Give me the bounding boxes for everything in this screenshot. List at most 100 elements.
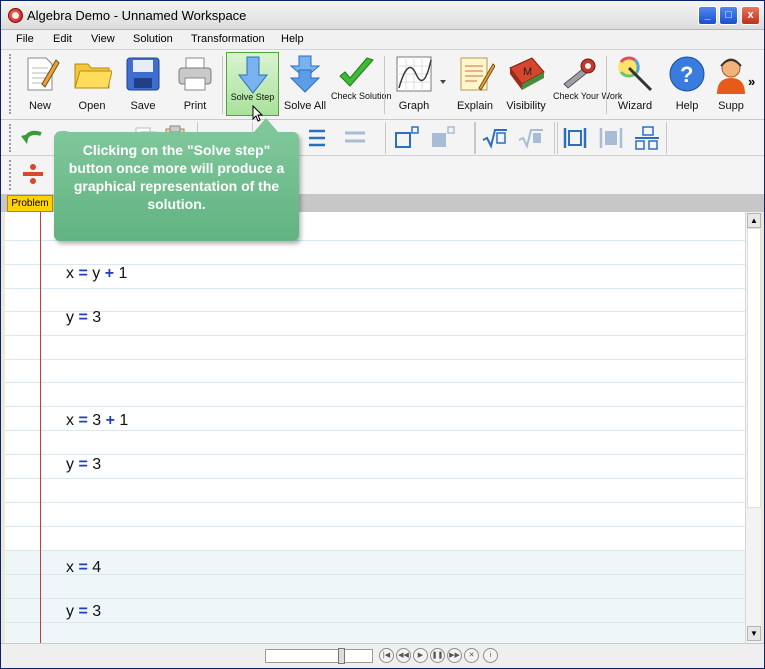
save-label: Save [130, 100, 156, 112]
close-button[interactable]: x [741, 6, 760, 25]
wizard-label: Wizard [617, 100, 653, 112]
notepad-pencil-icon [460, 57, 495, 91]
eq-var: x [66, 559, 74, 576]
superscript-box-gray-icon[interactable] [429, 124, 457, 152]
print-label: Print [183, 100, 207, 112]
eq-var: y [66, 456, 74, 473]
eq-term: 3 [92, 456, 102, 473]
mouse-cursor-icon [252, 105, 264, 122]
ruled-line [5, 454, 745, 455]
down-arrow-icon [237, 56, 268, 94]
app-window: Algebra Demo - Unnamed Workspace _ □ x F… [0, 0, 765, 669]
first-step-icon[interactable]: |◀ [379, 648, 394, 663]
graph-button[interactable]: Graph [388, 52, 440, 116]
app-logo-icon[interactable] [8, 8, 23, 23]
support-button[interactable]: Supp [713, 52, 749, 116]
tooltip-callout: Clicking on the "Solve step" button once… [54, 118, 299, 241]
maximize-button[interactable]: □ [719, 6, 738, 25]
check-your-work-label: Check Your Work [553, 91, 623, 101]
eq-operator: = [78, 265, 88, 282]
solve-all-button[interactable]: Solve All [282, 52, 328, 116]
wizard-button[interactable]: Wizard [610, 52, 660, 116]
info-icon[interactable]: i [483, 648, 498, 663]
fast-forward-icon[interactable]: ▶▶ [447, 648, 462, 663]
eq-var: x [66, 412, 74, 429]
menu-solution[interactable]: Solution [133, 33, 173, 45]
solve-step-label: Solve Step [230, 92, 275, 102]
playback-slider[interactable] [265, 648, 373, 664]
sqrt-icon[interactable] [481, 124, 509, 152]
pause-icon[interactable]: ❚❚ [430, 648, 445, 663]
stop-icon[interactable]: ✕ [464, 648, 479, 663]
eq-operator: + [105, 412, 115, 429]
vertical-scrollbar[interactable]: ▲ ▼ [745, 212, 761, 643]
sqrt-gray-icon[interactable] [517, 124, 545, 152]
graph-label: Graph [398, 100, 430, 112]
equation-y[interactable]: y = 3 [66, 456, 101, 474]
printer-icon [178, 57, 212, 91]
menu-file[interactable]: File [16, 33, 34, 45]
align-block-gray-icon[interactable] [341, 124, 369, 152]
ruled-line [5, 335, 745, 336]
new-button[interactable]: New [17, 52, 63, 116]
equation-x[interactable]: x = 4 [66, 559, 101, 577]
eq-operator: = [78, 309, 88, 326]
graph-dropdown-arrow-icon[interactable] [440, 80, 446, 84]
slider-knob[interactable] [338, 648, 345, 664]
divide-icon[interactable] [19, 160, 47, 188]
open-button[interactable]: Open [67, 52, 117, 116]
eq-operator: + [104, 265, 115, 282]
title-bar[interactable]: Algebra Demo - Unnamed Workspace _ □ x [1, 1, 764, 30]
scroll-down-icon[interactable]: ▼ [747, 626, 761, 641]
toolbar-separator [384, 56, 385, 114]
eq-var: x [66, 265, 74, 282]
check-your-work-button[interactable]: Check Your Work [553, 52, 623, 116]
eq-operator: = [78, 412, 88, 429]
checkmark-icon [339, 57, 374, 87]
align-block-icon[interactable] [303, 124, 331, 152]
ruled-line [5, 406, 745, 407]
help-button[interactable]: ? Help [663, 52, 711, 116]
toolbar-grip[interactable] [9, 160, 13, 190]
rewind-icon[interactable]: ◀◀ [396, 648, 411, 663]
fraction-box-icon[interactable] [633, 124, 661, 152]
toolbar-grip[interactable] [9, 124, 13, 152]
worksheet-area[interactable]: x = y + 1 y = 3 x = 3 + 1 y = 3 x = 4 y … [5, 212, 745, 643]
equation-x[interactable]: x = y + 1 [66, 265, 127, 283]
check-solution-button[interactable]: Check Solution [331, 52, 392, 116]
save-button[interactable]: Save [119, 52, 167, 116]
eq-term: 3 [92, 309, 102, 326]
menu-view[interactable]: View [91, 33, 115, 45]
undo-icon[interactable] [19, 124, 47, 152]
toolbar-overflow-chevron[interactable]: » [748, 74, 755, 89]
new-document-icon [27, 57, 60, 91]
help-question-icon: ? [669, 56, 705, 92]
ruled-line [5, 526, 745, 527]
menu-help[interactable]: Help [281, 33, 304, 45]
superscript-box-icon[interactable] [393, 124, 421, 152]
visibility-button[interactable]: M Visibility [501, 52, 551, 116]
print-button[interactable]: Print [171, 52, 219, 116]
bracket-box-gray-icon[interactable] [597, 124, 625, 152]
tooltip-text: Clicking on the "Solve step" button once… [68, 142, 285, 212]
explain-button[interactable]: Explain [451, 52, 499, 116]
graph-icon [396, 56, 432, 92]
scroll-up-icon[interactable]: ▲ [747, 213, 761, 228]
bracket-box-icon[interactable] [561, 124, 589, 152]
minimize-button[interactable]: _ [698, 6, 717, 25]
playback-bar: |◀ ◀◀ ▶ ❚❚ ▶▶ ✕ i [1, 643, 764, 668]
toolbar-grip[interactable] [9, 54, 13, 114]
menu-transformation[interactable]: Transformation [191, 33, 265, 45]
equation-y[interactable]: y = 3 [66, 603, 101, 621]
magic-wand-icon [618, 56, 653, 92]
play-icon[interactable]: ▶ [413, 648, 428, 663]
menu-edit[interactable]: Edit [53, 33, 72, 45]
eq-operator: = [78, 603, 88, 620]
equation-x[interactable]: x = 3 + 1 [66, 412, 128, 430]
support-label: Supp [718, 100, 744, 112]
double-down-arrow-icon [289, 55, 321, 93]
equation-y[interactable]: y = 3 [66, 309, 101, 327]
scroll-thumb[interactable] [747, 228, 761, 508]
tab-problem[interactable]: Problem [7, 195, 53, 212]
window-title: Algebra Demo - Unnamed Workspace [27, 8, 247, 23]
